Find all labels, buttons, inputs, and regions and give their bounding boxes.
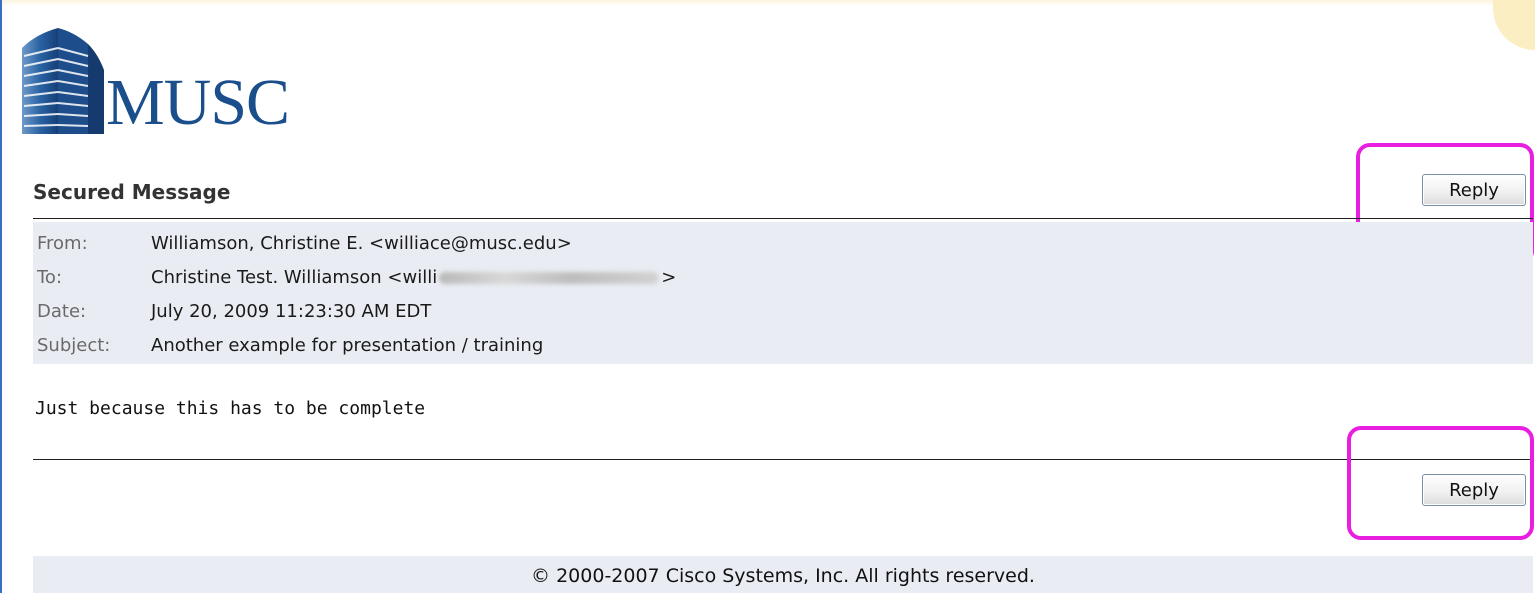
subject-value: Another example for presentation / train… xyxy=(151,335,544,356)
from-label: From: xyxy=(37,233,88,254)
reply-button-bottom[interactable]: Reply xyxy=(1422,474,1526,506)
date-label: Date: xyxy=(37,301,87,322)
window-top-border xyxy=(2,0,1535,6)
corner-decoration xyxy=(1493,0,1535,50)
to-value-end: > xyxy=(661,267,677,288)
redacted-email xyxy=(439,272,660,284)
reply-button-top[interactable]: Reply xyxy=(1422,174,1526,206)
message-headers: From: Williamson, Christine E. <williace… xyxy=(33,222,1533,364)
page-title: Secured Message xyxy=(33,180,231,204)
subject-label: Subject: xyxy=(37,335,111,356)
window-left-border xyxy=(0,0,2,593)
message-body: Just because this has to be complete xyxy=(35,398,426,419)
to-value: Christine Test. Williamson <willi > xyxy=(151,265,676,291)
date-value: July 20, 2009 11:23:30 AM EDT xyxy=(151,301,432,322)
body-divider xyxy=(33,459,1533,460)
musc-logo: MUSC xyxy=(18,26,290,139)
copyright-footer: © 2000-2007 Cisco Systems, Inc. All righ… xyxy=(33,556,1533,593)
from-value: Williamson, Christine E. <williace@musc.… xyxy=(151,233,572,254)
secure-message-page: MUSC Secured Message Reply From: William… xyxy=(0,0,1535,593)
building-logo-icon xyxy=(22,28,104,134)
to-label: To: xyxy=(37,267,63,288)
to-value-text: Christine Test. Williamson <willi xyxy=(151,267,438,288)
title-divider xyxy=(33,218,1533,219)
logo-wordmark: MUSC xyxy=(106,66,290,139)
